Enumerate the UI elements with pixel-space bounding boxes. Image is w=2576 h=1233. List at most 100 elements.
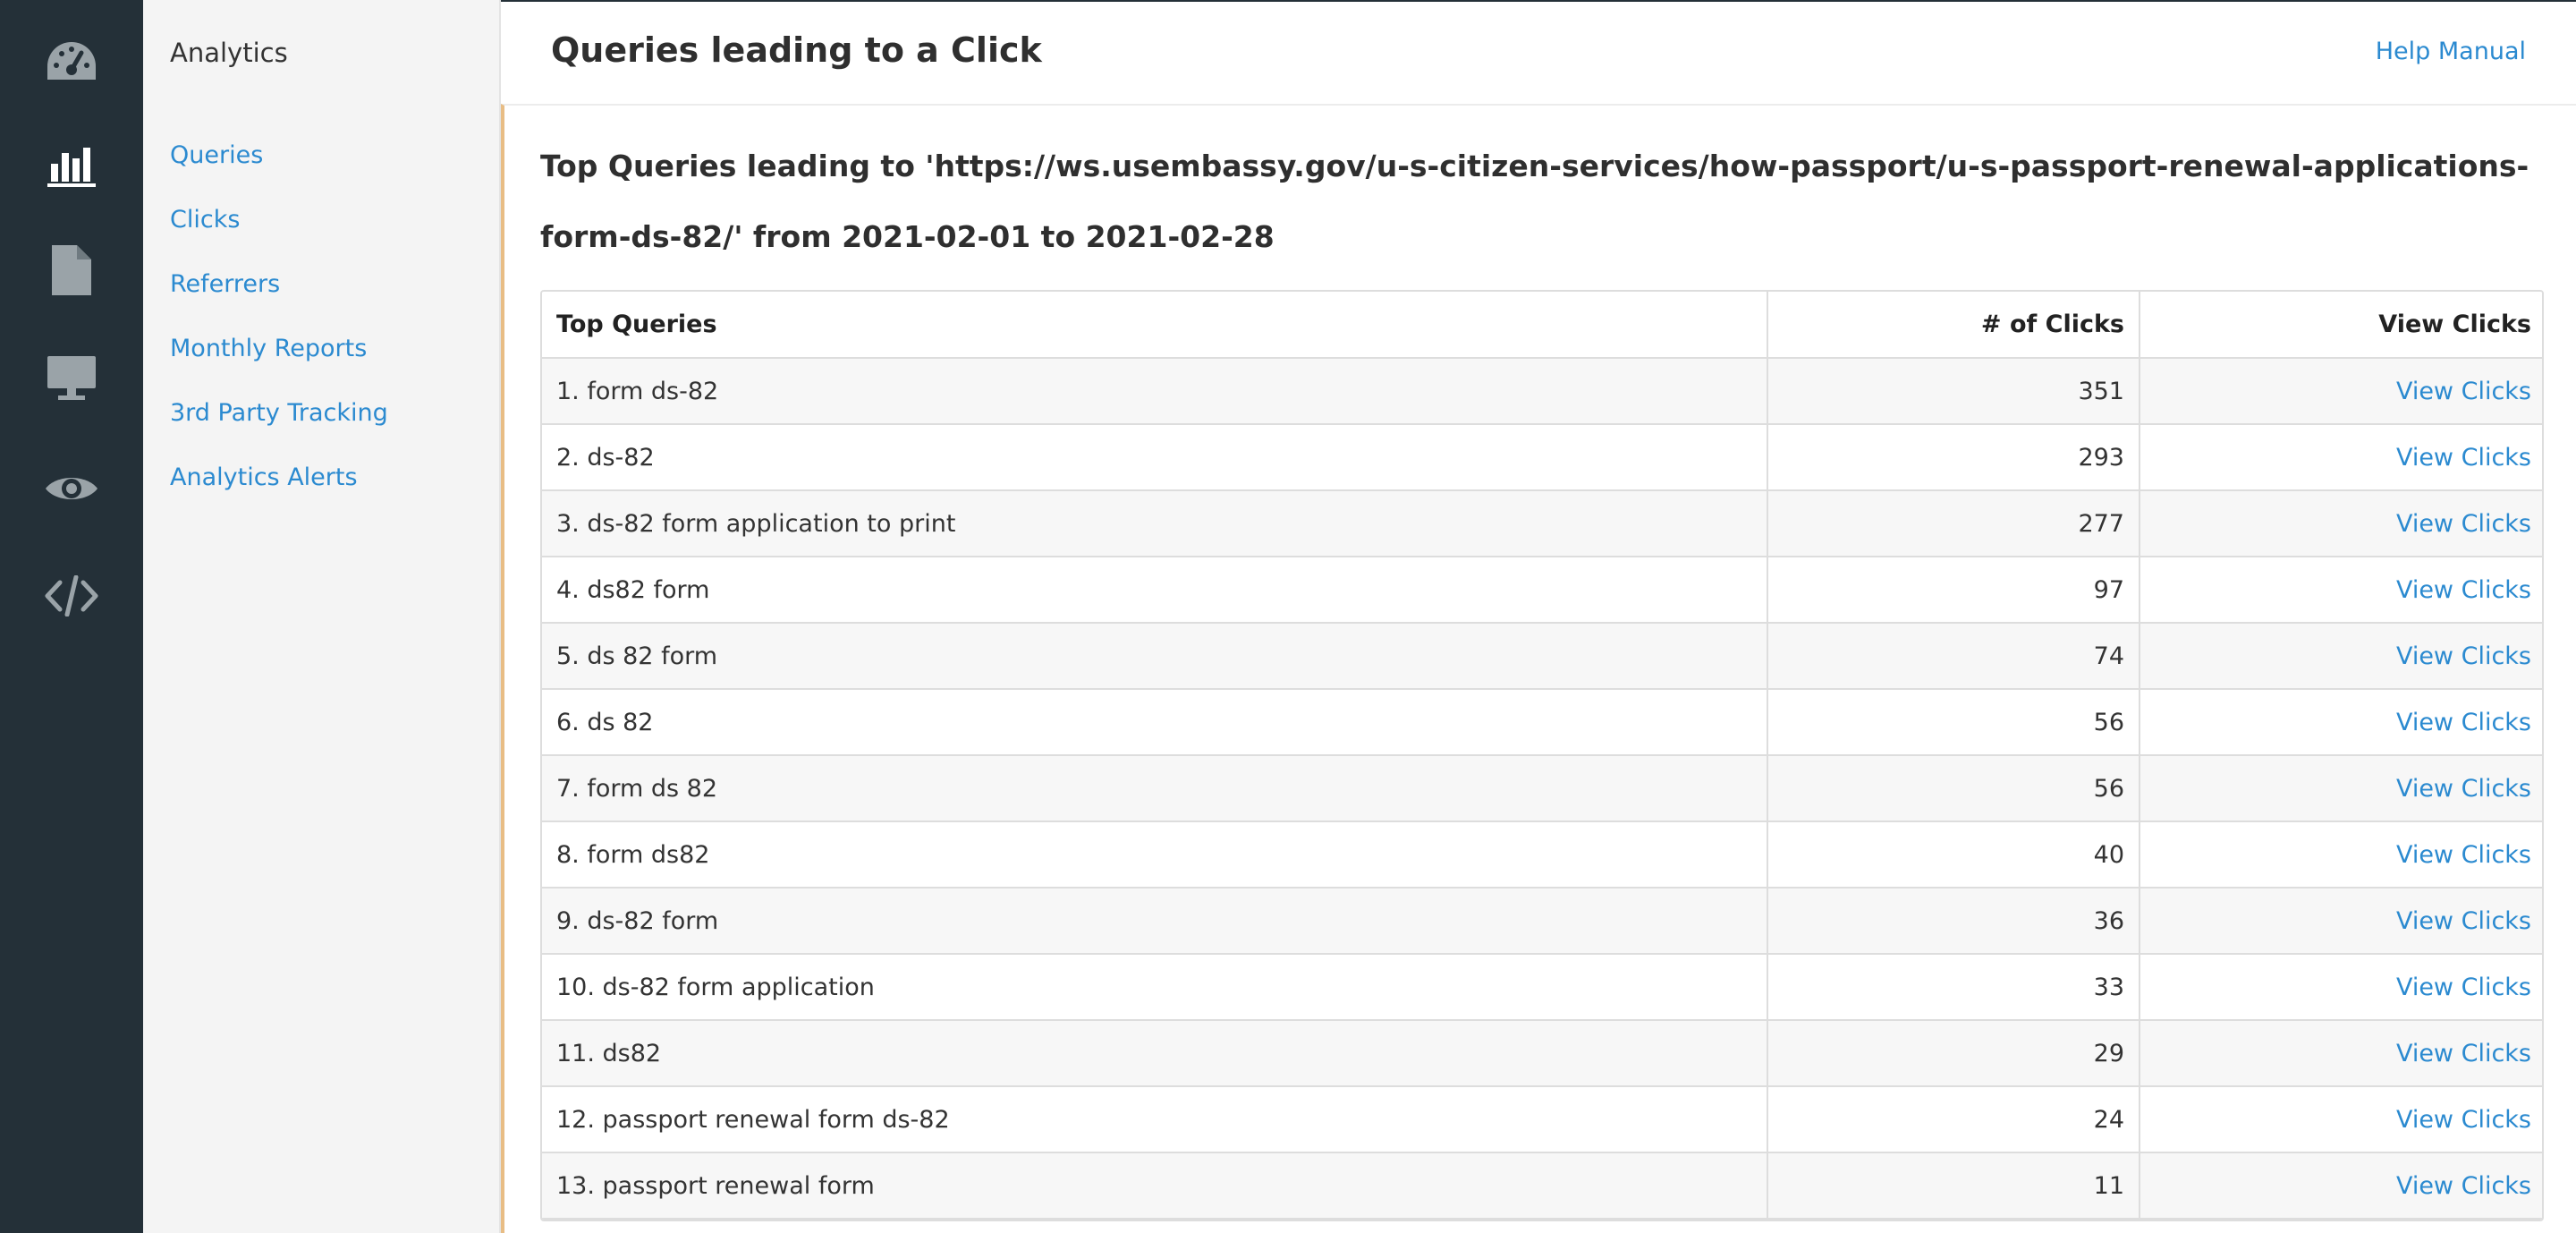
view-clicks-cell: View Clicks <box>2140 490 2542 557</box>
query-cell: 8. form ds82 <box>542 821 1768 889</box>
query-cell: 6. ds 82 <box>542 689 1768 756</box>
query-cell: 7. form ds 82 <box>542 755 1768 822</box>
table-row: 4. ds82 form 97 View Clicks <box>542 557 2542 624</box>
view-clicks-cell: View Clicks <box>2140 358 2542 425</box>
column-header-view-clicks: View Clicks <box>2140 292 2542 359</box>
sidebar-link-clicks[interactable]: Clicks <box>170 206 240 234</box>
view-clicks-cell: View Clicks <box>2140 821 2542 889</box>
sidebar-link-referrers[interactable]: Referrers <box>170 270 280 298</box>
document-icon <box>52 245 91 295</box>
query-cell: 3. ds-82 form application to print <box>542 490 1768 557</box>
query-cell: 5. ds 82 form <box>542 623 1768 690</box>
table-row: 3. ds-82 form application to print 277 V… <box>542 490 2542 557</box>
clicks-cell: 40 <box>1767 821 2140 889</box>
view-clicks-link[interactable]: View Clicks <box>2396 775 2531 803</box>
sidebar-link-queries[interactable]: Queries <box>170 141 263 169</box>
analytics-icon <box>47 148 96 187</box>
rail-display-button[interactable] <box>0 333 143 422</box>
clicks-cell: 56 <box>1767 689 2140 756</box>
monitor-icon <box>47 356 96 400</box>
page-header: Queries leading to a Click Help Manual <box>501 0 2576 104</box>
table-row: 12. passport renewal form ds-82 24 View … <box>542 1086 2542 1153</box>
help-manual-link[interactable]: Help Manual <box>2376 38 2526 65</box>
icon-rail <box>0 0 143 1233</box>
sidebar-item-analytics-alerts: Analytics Alerts <box>170 463 388 528</box>
sidebar-item-clicks: Clicks <box>170 206 388 270</box>
view-clicks-cell: View Clicks <box>2140 954 2542 1021</box>
view-clicks-link[interactable]: View Clicks <box>2396 510 2531 538</box>
clicks-cell: 277 <box>1767 490 2140 557</box>
sidebar-menu: Queries Clicks Referrers Monthly Reports… <box>170 141 388 528</box>
view-clicks-cell: View Clicks <box>2140 1152 2542 1220</box>
view-clicks-link[interactable]: View Clicks <box>2396 642 2531 670</box>
query-cell: 11. ds82 <box>542 1020 1768 1087</box>
rail-analytics-button[interactable] <box>0 120 143 209</box>
analytics-sidebar: Analytics Queries Clicks Referrers Month… <box>143 0 501 1233</box>
clicks-cell: 33 <box>1767 954 2140 1021</box>
page-title: Queries leading to a Click <box>551 30 1042 70</box>
code-icon <box>45 575 98 616</box>
rail-dashboard-button[interactable] <box>0 16 143 106</box>
query-cell: 13. passport renewal form <box>542 1152 1768 1220</box>
sidebar-link-3rd-party-tracking[interactable]: 3rd Party Tracking <box>170 399 388 427</box>
clicks-cell: 36 <box>1767 888 2140 955</box>
eye-icon <box>46 478 97 499</box>
sidebar-item-monthly-reports: Monthly Reports <box>170 335 388 399</box>
dashboard-icon <box>47 42 96 80</box>
clicks-cell: 293 <box>1767 424 2140 491</box>
rail-watch-button[interactable] <box>0 444 143 533</box>
rail-documents-button[interactable] <box>0 225 143 315</box>
view-clicks-cell: View Clicks <box>2140 557 2542 624</box>
view-clicks-cell: View Clicks <box>2140 1086 2542 1153</box>
view-clicks-cell: View Clicks <box>2140 689 2542 756</box>
table-row: 1. form ds-82 351 View Clicks <box>542 358 2542 425</box>
view-clicks-cell: View Clicks <box>2140 424 2542 491</box>
table-row: 10. ds-82 form application 33 View Click… <box>542 954 2542 1021</box>
view-clicks-link[interactable]: View Clicks <box>2396 841 2531 869</box>
view-clicks-link[interactable]: View Clicks <box>2396 1040 2531 1067</box>
view-clicks-cell: View Clicks <box>2140 623 2542 690</box>
query-cell: 12. passport renewal form ds-82 <box>542 1086 1768 1153</box>
table-row: 2. ds-82 293 View Clicks <box>542 424 2542 491</box>
clicks-cell: 56 <box>1767 755 2140 822</box>
clicks-cell: 97 <box>1767 557 2140 624</box>
report-panel: Top Queries leading to 'https://ws.usemb… <box>501 104 2576 1233</box>
sidebar-item-queries: Queries <box>170 141 388 206</box>
view-clicks-link[interactable]: View Clicks <box>2396 576 2531 604</box>
view-clicks-link[interactable]: View Clicks <box>2396 907 2531 935</box>
query-cell: 10. ds-82 form application <box>542 954 1768 1021</box>
view-clicks-link[interactable]: View Clicks <box>2396 974 2531 1001</box>
sidebar-link-monthly-reports[interactable]: Monthly Reports <box>170 335 367 362</box>
query-cell: 9. ds-82 form <box>542 888 1768 955</box>
app-window: Analytics Queries Clicks Referrers Month… <box>0 0 2576 1233</box>
view-clicks-cell: View Clicks <box>2140 888 2542 955</box>
main-area: Queries leading to a Click Help Manual T… <box>501 0 2576 1233</box>
view-clicks-link[interactable]: View Clicks <box>2396 444 2531 472</box>
view-clicks-cell: View Clicks <box>2140 1020 2542 1087</box>
table-row: 9. ds-82 form 36 View Clicks <box>542 888 2542 955</box>
column-header-clicks: # of Clicks <box>1767 292 2140 359</box>
queries-table: Top Queries # of Clicks View Clicks 1. f… <box>540 290 2544 1221</box>
query-cell: 2. ds-82 <box>542 424 1768 491</box>
sidebar-item-referrers: Referrers <box>170 270 388 335</box>
column-header-top-queries: Top Queries <box>542 292 1768 359</box>
sidebar-item-3rd-party-tracking: 3rd Party Tracking <box>170 399 388 463</box>
query-cell: 4. ds82 form <box>542 557 1768 624</box>
table-row: 7. form ds 82 56 View Clicks <box>542 755 2542 822</box>
table-row: 6. ds 82 56 View Clicks <box>542 689 2542 756</box>
report-heading: Top Queries leading to 'https://ws.usemb… <box>540 149 2529 254</box>
view-clicks-link[interactable]: View Clicks <box>2396 1172 2531 1200</box>
clicks-cell: 24 <box>1767 1086 2140 1153</box>
clicks-cell: 74 <box>1767 623 2140 690</box>
table-header-row: Top Queries # of Clicks View Clicks <box>542 292 2542 359</box>
table-row: 8. form ds82 40 View Clicks <box>542 821 2542 889</box>
view-clicks-link[interactable]: View Clicks <box>2396 378 2531 405</box>
view-clicks-link[interactable]: View Clicks <box>2396 709 2531 736</box>
table-row: 11. ds82 29 View Clicks <box>542 1020 2542 1087</box>
sidebar-link-analytics-alerts[interactable]: Analytics Alerts <box>170 463 358 491</box>
table-row: 5. ds 82 form 74 View Clicks <box>542 623 2542 690</box>
clicks-cell: 29 <box>1767 1020 2140 1087</box>
view-clicks-link[interactable]: View Clicks <box>2396 1106 2531 1134</box>
rail-code-button[interactable] <box>0 551 143 641</box>
table-row: 13. passport renewal form 11 View Clicks <box>542 1152 2542 1220</box>
